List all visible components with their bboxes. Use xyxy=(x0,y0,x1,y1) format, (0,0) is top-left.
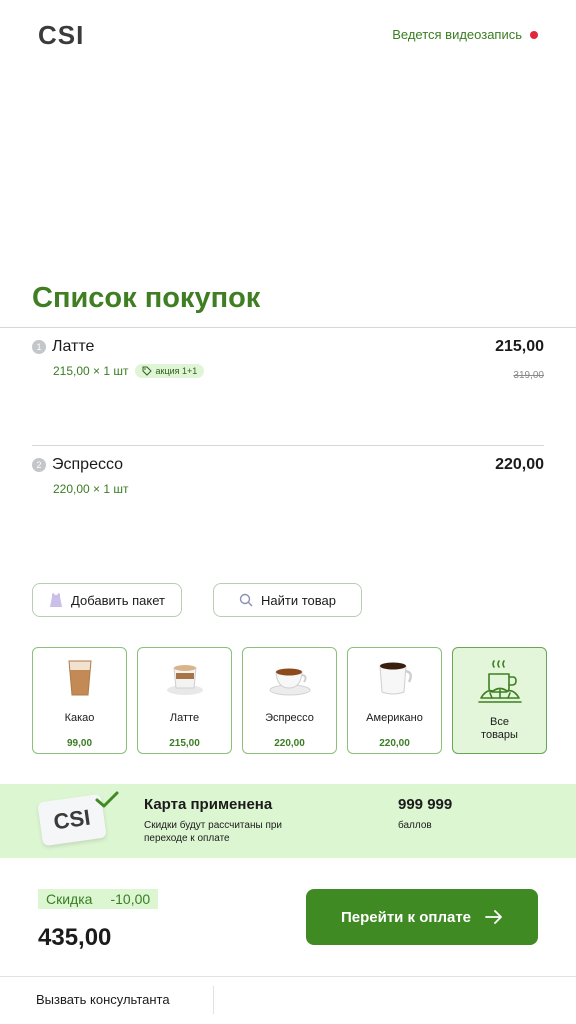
loyalty-title: Карта применена xyxy=(144,796,273,813)
latte-cup-icon xyxy=(160,658,210,698)
discount-value: -10,00 xyxy=(110,891,151,907)
americano-cup-icon xyxy=(370,658,420,698)
order-total: 435,00 xyxy=(38,924,112,951)
divider xyxy=(0,976,576,977)
app-logo: CSI xyxy=(38,20,85,50)
divider xyxy=(213,986,214,1014)
bag-icon xyxy=(50,593,63,607)
recording-dot-icon xyxy=(530,30,538,39)
item-old-price: 319,00 xyxy=(513,370,544,381)
loyalty-points: 999 999 xyxy=(398,796,453,813)
recording-indicator: Ведется видеозапись xyxy=(392,27,538,42)
product-tile-espresso[interactable]: Эспрессо 220,00 xyxy=(242,647,337,754)
checkmark-icon xyxy=(95,791,119,808)
product-tile-cocoa[interactable]: Какао 99,00 xyxy=(32,647,127,754)
divider xyxy=(32,445,544,446)
product-name: Какао xyxy=(64,712,95,724)
call-consultant-button[interactable]: Вызвать консультанта xyxy=(36,992,170,1007)
discount-label: Скидка xyxy=(46,891,93,907)
item-unit-price: 220,00 × 1 шт xyxy=(53,482,129,496)
item-number-badge: 2 xyxy=(32,458,46,472)
discount-badge: Скидка -10,00 xyxy=(38,889,159,909)
item-unit-price: 215,00 × 1 шт xyxy=(53,364,129,378)
espresso-cup-icon xyxy=(265,658,315,698)
product-name: Латте xyxy=(169,712,200,724)
product-price: 99,00 xyxy=(66,738,93,749)
loyalty-description: Скидки будут рассчитаны при переходе к о… xyxy=(144,820,283,844)
product-price: 215,00 xyxy=(169,738,200,749)
product-price: 220,00 xyxy=(274,738,305,749)
proceed-to-payment-button[interactable]: Перейти к оплате xyxy=(306,889,538,945)
item-total-price: 220,00 xyxy=(495,456,544,473)
cart-item[interactable]: 1 Латте 215,00 215,00 × 1 шт акция 1+1 3… xyxy=(32,338,544,381)
item-name: Эспрессо xyxy=(52,456,124,473)
divider xyxy=(0,327,576,328)
promo-label: акция 1+1 xyxy=(155,366,198,376)
coffee-croissant-icon xyxy=(475,658,525,708)
product-tile-latte[interactable]: Латте 215,00 xyxy=(137,647,232,754)
add-bag-label: Добавить пакет xyxy=(71,592,165,608)
product-name: Американо xyxy=(366,712,423,724)
item-name: Латте xyxy=(52,338,95,355)
quick-products: Какао 99,00 Латте 215,00 Эспрессо 220,00… xyxy=(32,647,547,754)
arrow-right-icon xyxy=(485,910,502,924)
pay-button-label: Перейти к оплате xyxy=(340,908,472,926)
add-bag-button[interactable]: Добавить пакет xyxy=(32,583,182,617)
promo-badge: акция 1+1 xyxy=(134,364,205,378)
item-number-badge: 1 xyxy=(32,340,46,354)
cart-item[interactable]: 2 Эспрессо 220,00 220,00 × 1 шт xyxy=(32,456,544,496)
loyalty-card-banner: CSI Карта применена Скидки будут рассчит… xyxy=(0,784,576,858)
loyalty-points-label: баллов xyxy=(398,820,432,831)
all-products-label: Все товары xyxy=(481,716,518,741)
tag-icon xyxy=(142,366,152,376)
search-icon xyxy=(239,593,253,607)
product-price: 220,00 xyxy=(379,738,410,749)
product-name: Эспрессо xyxy=(265,712,314,724)
recording-text: Ведется видеозапись xyxy=(392,27,522,42)
find-product-button[interactable]: Найти товар xyxy=(213,583,362,617)
cocoa-glass-icon xyxy=(55,658,105,698)
item-total-price: 215,00 xyxy=(495,338,544,355)
page-title: Список покупок xyxy=(32,282,261,314)
find-product-label: Найти товар xyxy=(261,592,336,608)
product-tile-americano[interactable]: Американо 220,00 xyxy=(347,647,442,754)
all-products-button[interactable]: Все товары xyxy=(452,647,547,754)
